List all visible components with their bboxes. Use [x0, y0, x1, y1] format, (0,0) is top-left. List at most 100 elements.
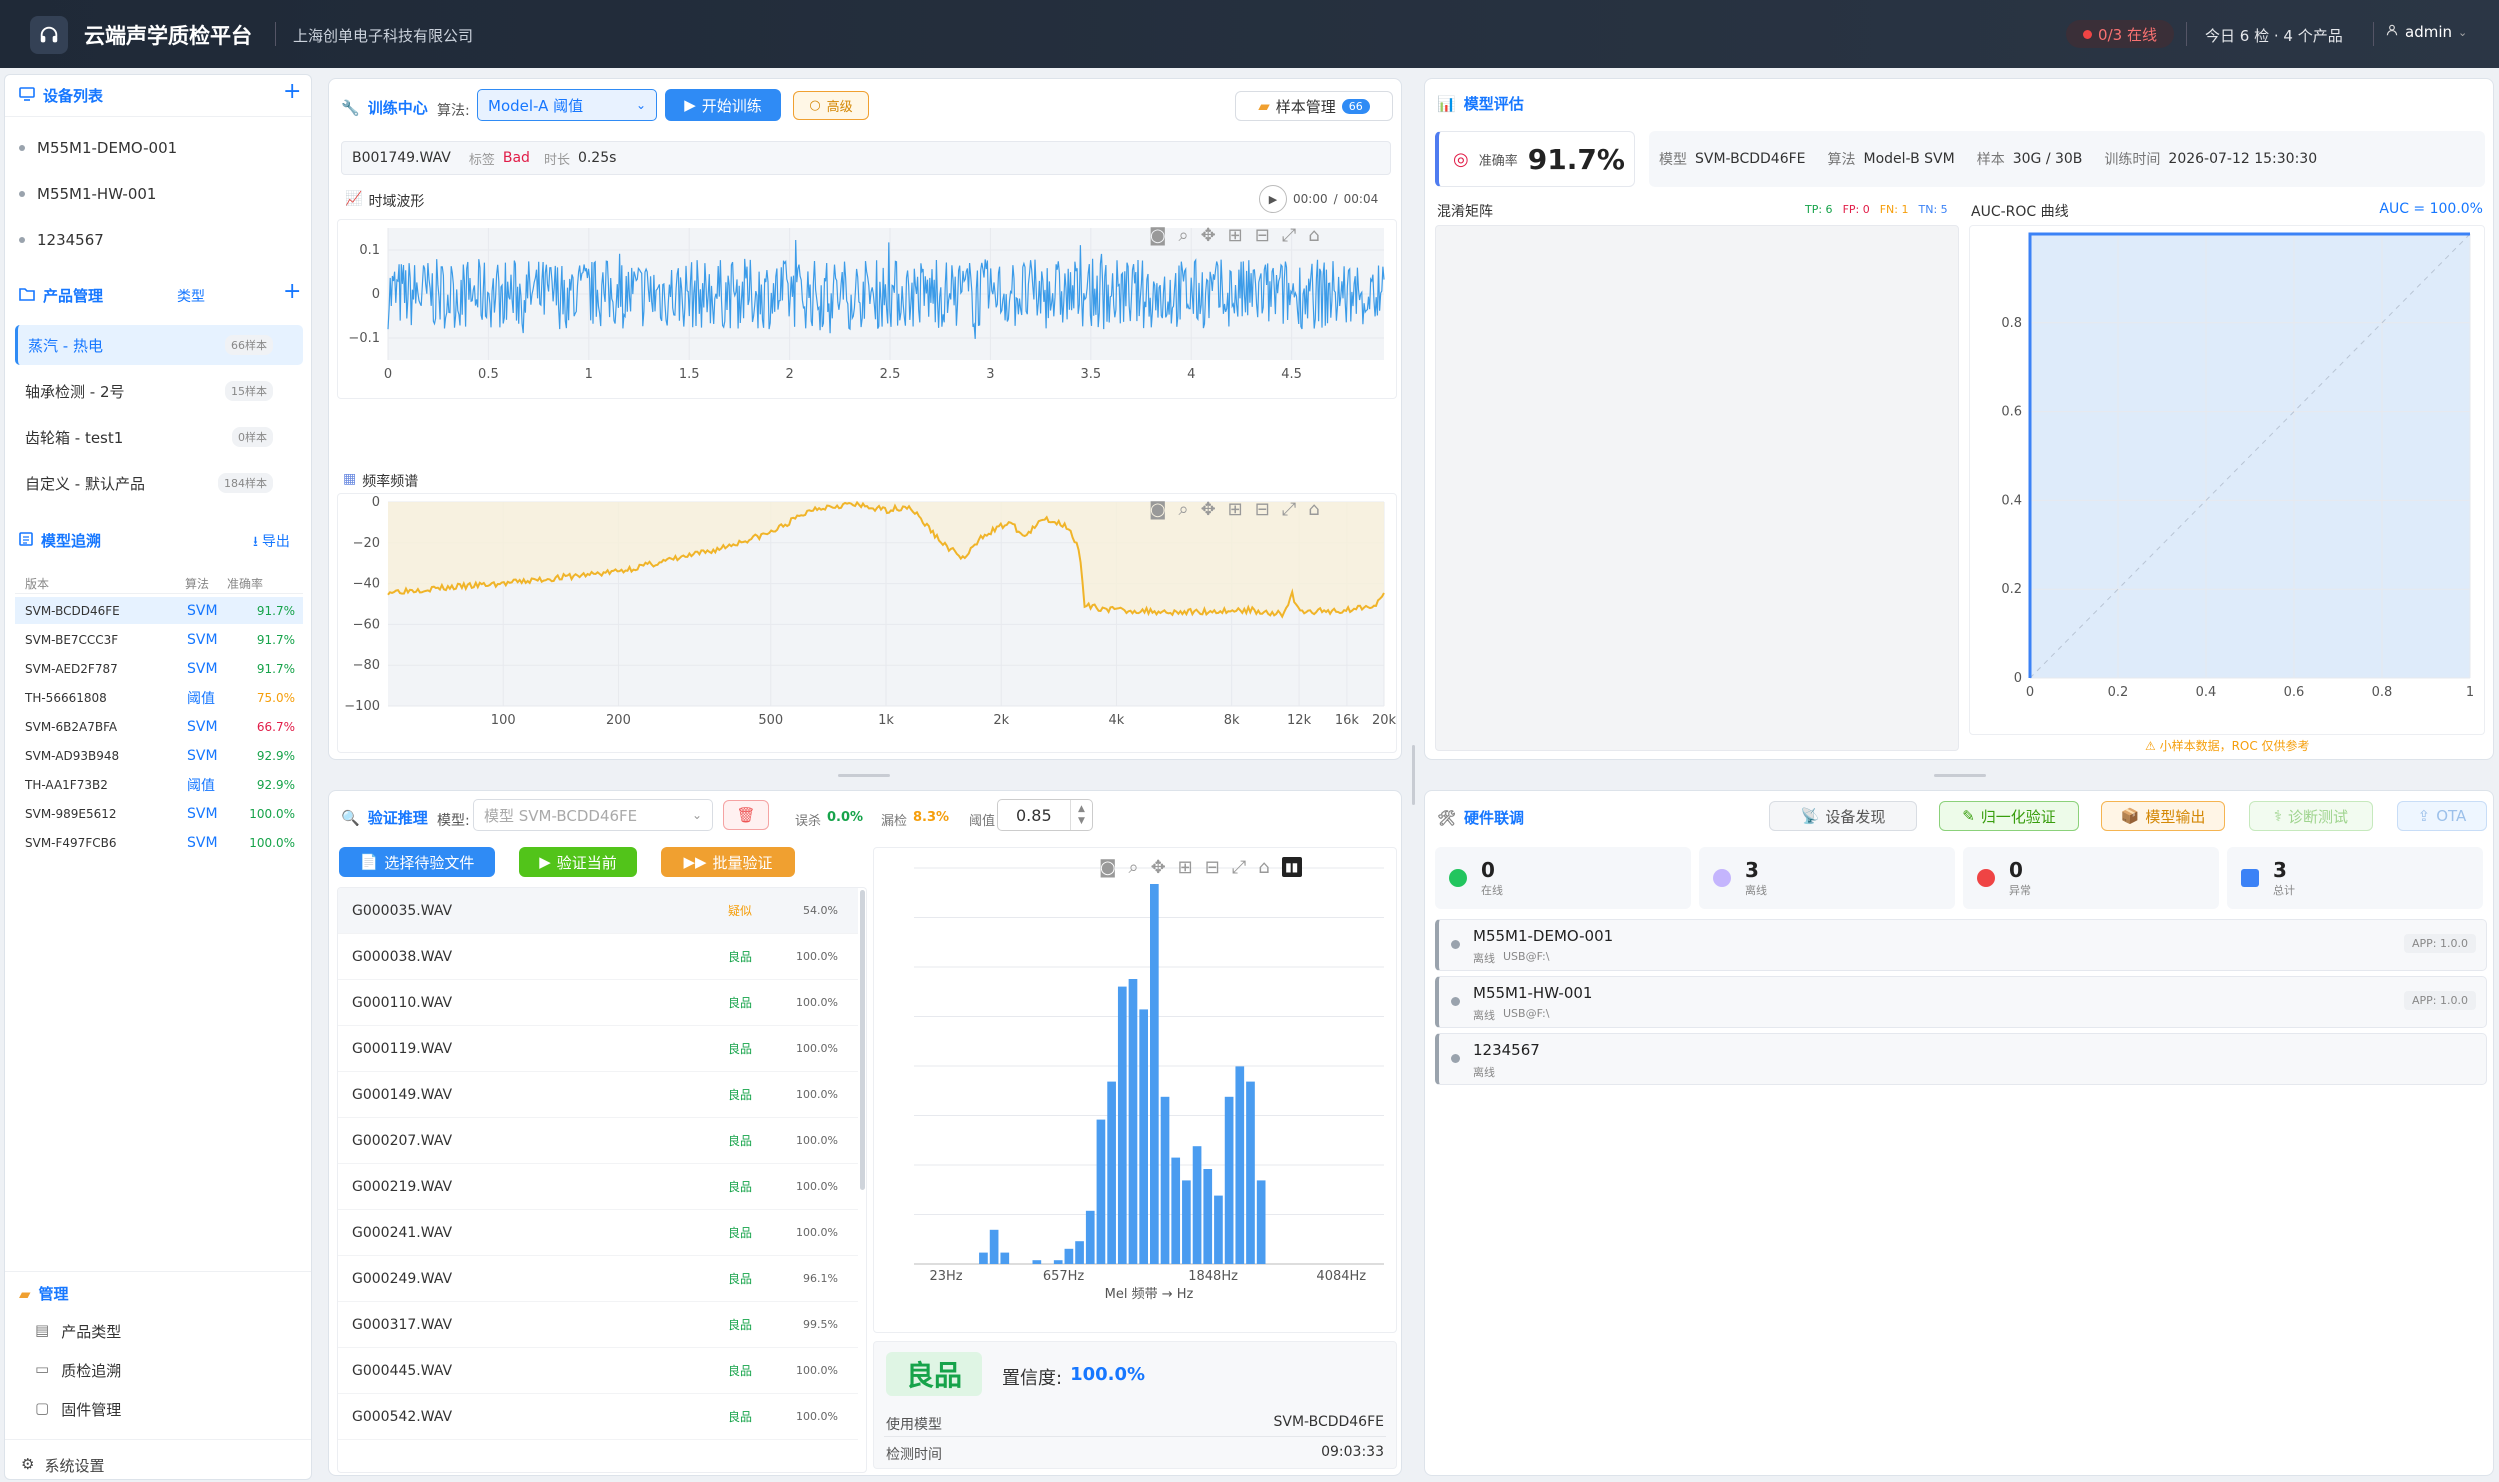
select-files-button[interactable]: 📄 选择待验文件 [339, 847, 495, 877]
export-models-button[interactable]: ⭳ 导出 [253, 531, 290, 555]
model-row[interactable]: SVM-BE7CCC3F SVM 91.7% [15, 626, 303, 653]
advanced-button[interactable]: ○ 高级 [793, 91, 869, 120]
model-row[interactable]: SVM-AD93B948 SVM 92.9% [15, 742, 303, 769]
camera-icon[interactable]: ◙ [1149, 499, 1166, 520]
device-status: 离线 [1473, 1009, 1495, 1022]
zoom-icon[interactable]: ⌕ [1128, 857, 1138, 878]
verify-panel: 🔍 验证推理 模型: 模型 SVM-BCDD46FE ⌄ 🗑 误杀 0.0% 漏检 8… [328, 790, 1402, 1476]
pan-icon[interactable]: ✥ [1151, 857, 1166, 878]
ota-button[interactable]: ⇪ OTA [2397, 801, 2487, 831]
model-label: 模型: [437, 813, 470, 829]
user-menu[interactable]: admin ⌄ [2385, 23, 2467, 41]
autoscale-icon[interactable]: ⤢ [1282, 225, 1296, 246]
manage-item[interactable]: ▤ 产品类型 [35, 1321, 121, 1342]
camera-icon[interactable]: ◙ [1149, 225, 1166, 246]
autoscale-icon[interactable]: ⤢ [1232, 857, 1246, 878]
device-name: M55M1-HW-001 [1473, 984, 1593, 1002]
device-item[interactable]: M55M1-DEMO-001 [19, 131, 299, 165]
chart-type-icon[interactable]: ▮▮ [1281, 857, 1302, 877]
manage-item[interactable]: ▭ 质检追溯 [35, 1360, 121, 1381]
file-row[interactable]: G000317.WAV 良品 99.5% [338, 1302, 858, 1348]
device-discover-button[interactable]: 📡 设备发现 [1769, 801, 1917, 831]
pan-icon[interactable]: ✥ [1201, 499, 1216, 520]
zoom-icon[interactable]: ⌕ [1178, 499, 1188, 520]
device-item[interactable]: M55M1-HW-001 [19, 177, 299, 211]
models-head-acc: 准确率 [227, 577, 264, 591]
mel-bar [1000, 1252, 1010, 1264]
model-row[interactable]: SVM-BCDD46FE SVM 91.7% [15, 597, 303, 624]
file-confidence: 100.0% [796, 1410, 838, 1423]
file-row[interactable]: G000038.WAV 良品 100.0% [338, 934, 858, 980]
threshold-input[interactable]: 0.85 ▲ ▼ [997, 799, 1093, 831]
zoom-out-icon[interactable]: ⊟ [1205, 857, 1220, 878]
model-select[interactable]: 模型 SVM-BCDD46FE ⌄ [473, 799, 713, 831]
stepper-icon[interactable]: ▲ ▼ [1070, 800, 1092, 830]
add-device-button[interactable]: + [283, 79, 301, 104]
product-item[interactable]: 齿轮箱 - test1 0样本 [15, 417, 303, 457]
model-row[interactable]: SVM-6B2A7BFA SVM 66.7% [15, 713, 303, 740]
model-export-button[interactable]: 📦 模型输出 [2101, 801, 2225, 831]
resize-handle[interactable] [1934, 774, 1986, 777]
normalize-verify-button[interactable]: ✎ 归一化验证 [1939, 801, 2079, 831]
hardware-device-row[interactable]: M55M1-HW-001 离线 USB@F:\ APP: 1.0.0 [1435, 976, 2487, 1028]
mel-bar [1064, 1248, 1074, 1264]
model-row[interactable]: TH-56661808 阈值 75.0% [15, 684, 303, 711]
y-tick-label: 0.6 [2001, 405, 2022, 420]
file-row[interactable]: G000119.WAV 良品 100.0% [338, 1026, 858, 1072]
manage-item[interactable]: ▢ 固件管理 [35, 1399, 121, 1420]
resize-handle[interactable] [1412, 745, 1415, 805]
user-name: admin [2405, 23, 2452, 41]
pan-icon[interactable]: ✥ [1201, 225, 1216, 246]
model-row[interactable]: SVM-989E5612 SVM 100.0% [15, 800, 303, 827]
online-status-badge[interactable]: 0/3 在线 [2066, 20, 2174, 48]
product-item[interactable]: 自定义 - 默认产品 184样本 [15, 463, 303, 503]
start-training-button[interactable]: ▶ 开始训练 [665, 89, 781, 121]
file-row[interactable]: G000249.WAV 良品 96.1% [338, 1256, 858, 1302]
home-icon[interactable]: ⌂ [1308, 499, 1319, 520]
sidebar: 设备列表 + M55M1-DEMO-001 M55M1-HW-001 1234567… [4, 74, 312, 1480]
zoom-out-icon[interactable]: ⊟ [1255, 225, 1270, 246]
autoscale-icon[interactable]: ⤢ [1282, 499, 1296, 520]
samples-button[interactable]: ▰ 样本管理 66 [1235, 91, 1393, 121]
zoom-in-icon[interactable]: ⊞ [1178, 857, 1193, 878]
file-confidence: 100.0% [796, 1364, 838, 1377]
delete-button[interactable]: 🗑 [723, 800, 769, 830]
verify-current-button[interactable]: ▶ 验证当前 [519, 847, 637, 877]
product-item[interactable]: 轴承检测 - 2号 15样本 [15, 371, 303, 411]
scrollbar[interactable] [860, 890, 865, 1190]
model-row[interactable]: SVM-AED2F787 SVM 91.7% [15, 655, 303, 682]
resize-handle[interactable] [838, 774, 890, 777]
file-row[interactable]: G000445.WAV 良品 100.0% [338, 1348, 858, 1394]
home-icon[interactable]: ⌂ [1308, 225, 1319, 246]
home-icon[interactable]: ⌂ [1258, 857, 1269, 878]
zoom-in-icon[interactable]: ⊞ [1228, 225, 1243, 246]
hardware-device-row[interactable]: 1234567 离线 [1435, 1033, 2487, 1085]
file-row[interactable]: G000207.WAV 良品 100.0% [338, 1118, 858, 1164]
camera-icon[interactable]: ◙ [1099, 857, 1116, 878]
add-product-button[interactable]: + [283, 279, 301, 304]
algo-select[interactable]: Model-A 阈值 ⌄ [477, 89, 657, 121]
file-row[interactable]: G000110.WAV 良品 100.0% [338, 980, 858, 1026]
batch-verify-button[interactable]: ▶▶ 批量验证 [661, 847, 795, 877]
file-row[interactable]: G000542.WAV 良品 100.0% [338, 1394, 858, 1440]
products-type-filter[interactable]: 类型 [177, 286, 205, 306]
zoom-in-icon[interactable]: ⊞ [1228, 499, 1243, 520]
product-item[interactable]: 蒸汽 - 热电 66样本 [15, 325, 303, 365]
file-row[interactable]: G000241.WAV 良品 100.0% [338, 1210, 858, 1256]
file-row[interactable]: G000219.WAV 良品 100.0% [338, 1164, 858, 1210]
model-version: SVM-989E5612 [25, 806, 117, 821]
settings-link[interactable]: ⚙ 系统设置 [21, 1455, 104, 1476]
zoom-out-icon[interactable]: ⊟ [1255, 499, 1270, 520]
file-row[interactable]: G000149.WAV 良品 100.0% [338, 1072, 858, 1118]
diagnostic-test-button[interactable]: ⚕ 诊断测试 [2249, 801, 2373, 831]
stat-value: 0 [1481, 858, 1495, 882]
device-item[interactable]: 1234567 [19, 223, 299, 257]
zoom-icon[interactable]: ⌕ [1178, 225, 1188, 246]
model-row[interactable]: SVM-F497FCB6 SVM 100.0% [15, 829, 303, 856]
file-name: G000035.WAV [352, 902, 453, 919]
file-row[interactable]: G000035.WAV 疑似 54.0% [338, 888, 858, 934]
stat-card: 3 离线 [1699, 847, 1955, 909]
model-row[interactable]: TH-AA1F73B2 阈值 92.9% [15, 771, 303, 798]
hardware-device-row[interactable]: M55M1-DEMO-001 离线 USB@F:\ APP: 1.0.0 [1435, 919, 2487, 971]
play-button[interactable]: ▶ [1259, 185, 1287, 213]
